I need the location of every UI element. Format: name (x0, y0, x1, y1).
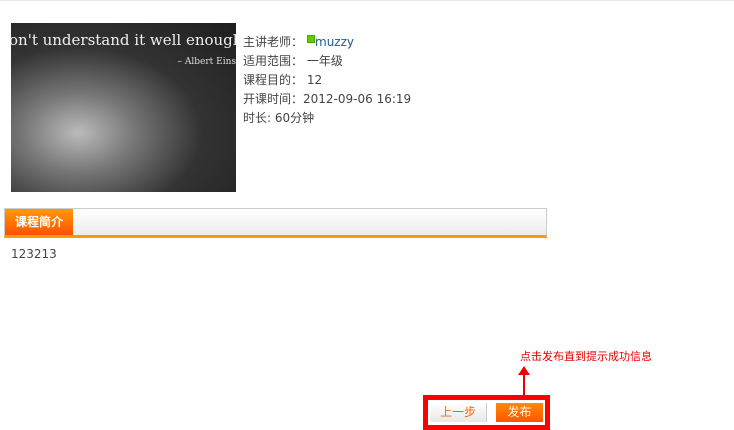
annotation-text: 点击发布直到提示成功信息 (520, 350, 652, 363)
goal-label: 课程目的： (243, 73, 304, 87)
prev-step-button[interactable]: 上一步 (430, 403, 487, 422)
online-status-icon (307, 35, 316, 43)
duration-label: 时长: (243, 111, 275, 125)
top-divider (0, 0, 734, 1)
tab-bar: 课程简介 (4, 208, 547, 238)
start-time-label: 开课时间： (243, 92, 304, 106)
goal-row: 课程目的： 12 (243, 71, 411, 90)
course-intro-text: 123213 (11, 247, 57, 261)
image-quote-text: on't understand it well enough (11, 31, 236, 49)
teacher-row: 主讲老师： muzzy (243, 33, 411, 52)
image-quote-author: – Albert Eins (177, 57, 236, 67)
start-time-row: 开课时间：2012-09-06 16:19 (243, 90, 411, 109)
teacher-link[interactable]: muzzy (315, 35, 354, 49)
scope-row: 适用范围： 一年级 (243, 52, 411, 71)
annotation-arrow-line (523, 374, 525, 396)
course-info: 主讲老师： muzzy 适用范围： 一年级 课程目的： 12 开课时间：2012-… (243, 33, 411, 128)
duration-row: 时长: 60分钟 (243, 109, 411, 128)
publish-button[interactable]: 发布 (496, 403, 543, 422)
start-time-value: 2012-09-06 16:19 (303, 92, 412, 106)
teacher-label: 主讲老师： (243, 35, 304, 49)
scope-value: 一年级 (306, 54, 343, 68)
tab-course-intro[interactable]: 课程简介 (5, 209, 73, 235)
goal-value: 12 (306, 73, 323, 87)
course-image: on't understand it well enough – Albert … (11, 23, 236, 192)
scope-label: 适用范围： (243, 54, 304, 68)
highlight-box: 上一步 发布 (423, 395, 550, 430)
duration-value: 60分钟 (274, 111, 315, 125)
